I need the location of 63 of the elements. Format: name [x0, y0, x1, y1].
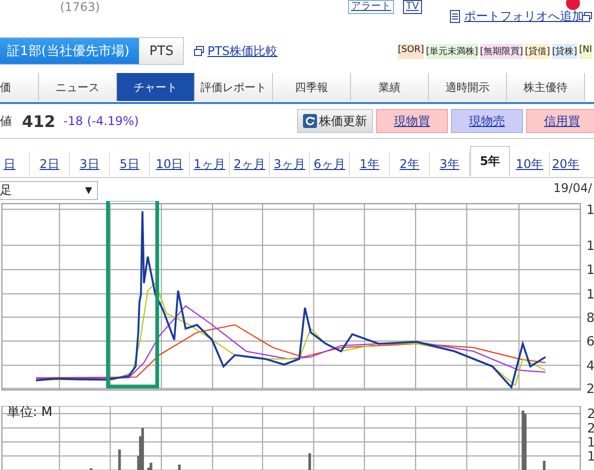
period-tab[interactable]: 3ヶ月: [270, 152, 310, 176]
period-tab[interactable]: 20年: [550, 152, 582, 176]
period-tab[interactable]: 2日: [30, 152, 70, 176]
alert-button[interactable]: アラート: [348, 0, 394, 14]
period-tab[interactable]: 1年: [350, 152, 390, 176]
price-axis-label: 6: [586, 334, 594, 350]
service-tag: [SOR]: [398, 44, 424, 58]
price-axis-label: 1: [586, 238, 594, 254]
price-axis-label: 1: [586, 263, 594, 278]
service-tag: [NI: [579, 44, 592, 58]
stock-price: 412: [22, 112, 56, 130]
volume-bar: [178, 464, 181, 470]
price-axis-label: 2: [586, 382, 594, 396]
nav-tab[interactable]: チャート: [117, 73, 195, 101]
period-tab[interactable]: 3日: [70, 152, 110, 176]
nav-tab[interactable]: 株主優待: [507, 73, 585, 101]
volume-axis-label: 2: [587, 407, 594, 422]
volume-bar: [308, 453, 312, 470]
window-icon: [582, 12, 592, 22]
stock-code: (1763): [60, 0, 100, 14]
price-axis-label: 1: [586, 287, 594, 302]
period-tab[interactable]: 5日: [110, 152, 150, 176]
nav-tab[interactable]: 四季報: [273, 73, 351, 101]
refresh-icon: [303, 114, 317, 128]
pts-compare-link[interactable]: PTS株価比較: [207, 42, 278, 60]
nav-tab[interactable]: 評価レポート: [195, 73, 273, 101]
volume-bar: [542, 460, 546, 470]
service-tag: [貸借]: [525, 44, 550, 58]
buy-button[interactable]: 信用買: [526, 109, 594, 133]
volume-bar: [118, 449, 121, 470]
tv-button[interactable]: TV: [403, 0, 422, 14]
period-tab[interactable]: 6ヶ月: [310, 152, 350, 176]
period-tab[interactable]: 5年: [470, 146, 510, 177]
window-icon: [194, 46, 204, 56]
nav-tab[interactable]: 価: [0, 73, 39, 101]
volume-axis-label: 2: [587, 421, 594, 436]
service-tag: [単元未満株]: [426, 44, 478, 58]
price-axis-label: 4: [586, 358, 594, 374]
nav-tab[interactable]: 適時開示: [429, 73, 507, 101]
period-tab[interactable]: 日: [0, 152, 30, 176]
sell-button[interactable]: 現物売: [451, 109, 523, 133]
buy-button[interactable]: 現物買: [376, 109, 448, 133]
period-tab[interactable]: 1ヶ月: [190, 152, 230, 176]
period-tab[interactable]: 2年: [390, 152, 430, 176]
service-tag: [貸株]: [552, 44, 578, 58]
volume-axis-label: 1: [587, 435, 594, 450]
volume-unit: 単位: M: [6, 406, 52, 420]
period-tab[interactable]: 10年: [510, 152, 550, 176]
volume-axis-label: 1: [587, 449, 594, 464]
price-change-percent: (-4.19%): [87, 114, 139, 128]
price-change: -18: [63, 114, 84, 128]
period-tab[interactable]: 10日: [150, 152, 190, 176]
document-icon: [450, 10, 460, 23]
price-label: 値: [0, 112, 12, 130]
refresh-button[interactable]: 株価更新: [297, 109, 373, 133]
service-tag: [無期限買]: [480, 44, 524, 58]
nav-tab[interactable]: ニュース: [39, 73, 117, 101]
chart-date: 19/04/: [553, 181, 592, 197]
price-axis-label: 1: [586, 202, 594, 218]
price-axis-label: 8: [586, 310, 594, 326]
period-tab[interactable]: 2ヶ月: [230, 152, 270, 176]
interval-dropdown[interactable]: 足 ▼: [0, 181, 98, 200]
nav-tab[interactable]: 業績: [351, 73, 429, 101]
